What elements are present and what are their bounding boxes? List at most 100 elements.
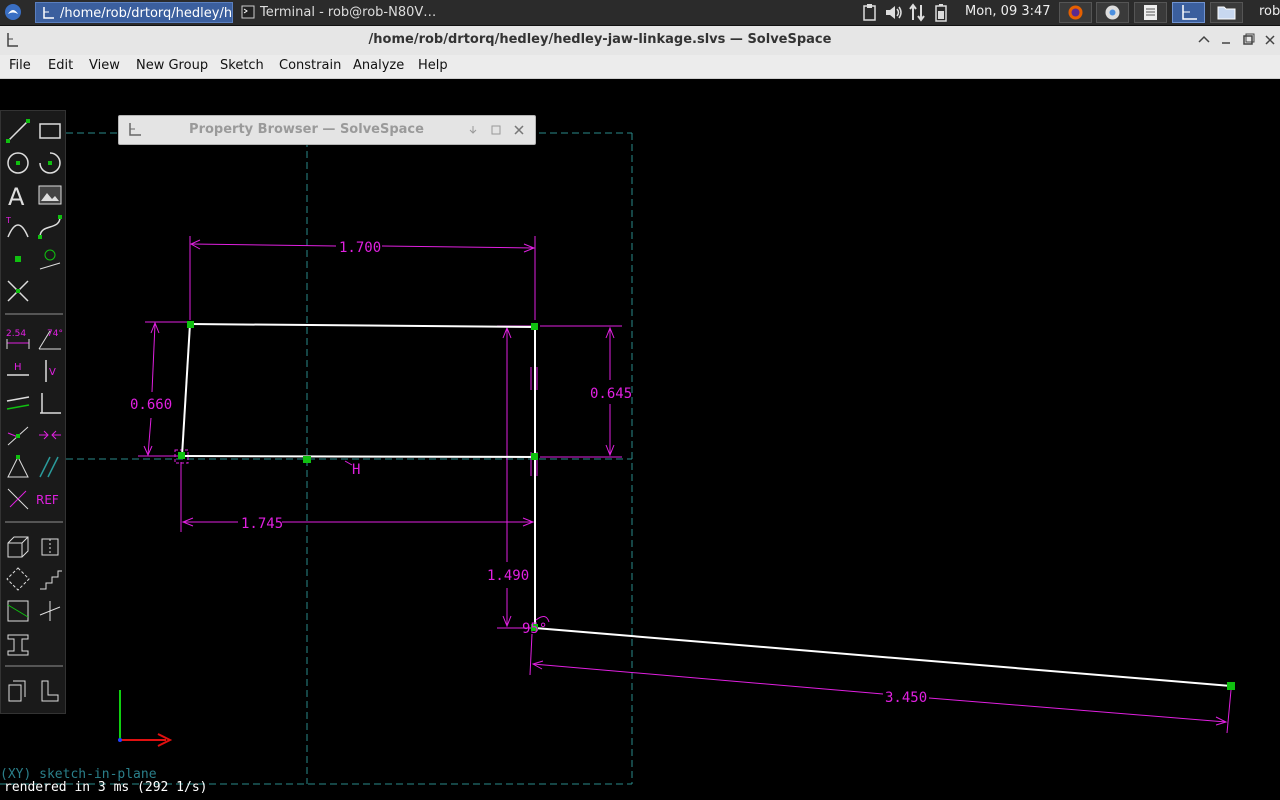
horizontal-constraint-icon[interactable]: H: [4, 357, 32, 385]
whisker-menu-icon[interactable]: [4, 3, 22, 21]
nearest-ortho-view-icon[interactable]: [36, 677, 64, 705]
horizontal-constraint-label[interactable]: H: [352, 462, 360, 478]
dim-label-left[interactable]: 0.660: [130, 397, 172, 413]
dim-label-top[interactable]: 1.700: [339, 240, 381, 256]
text-tool-icon[interactable]: A: [4, 181, 32, 209]
taskbar-window-solvespace[interactable]: /home/rob/drtorq/hedley/he…: [35, 2, 233, 23]
menu-sketch[interactable]: Sketch: [220, 58, 264, 73]
bezier-tool-icon[interactable]: [36, 213, 64, 241]
chevron-up-icon: [1198, 35, 1210, 43]
distance-constraint-icon[interactable]: 2.54: [4, 325, 32, 353]
maximize-icon[interactable]: [490, 124, 502, 136]
toolbar-separator: [5, 521, 63, 523]
clock[interactable]: Mon, 09 3:47: [965, 4, 1051, 19]
close-button[interactable]: [1262, 32, 1278, 48]
dimension-labels[interactable]: 1.700 0.660 0.645 1.745 1.490 95° 3.450 …: [130, 240, 927, 706]
dim-label-right[interactable]: 0.645: [590, 386, 632, 402]
line-tool-icon[interactable]: [4, 117, 32, 145]
on-entity-constraint-icon[interactable]: [4, 421, 32, 449]
svg-text:A: A: [8, 183, 25, 209]
construction-toggle-icon[interactable]: [4, 485, 32, 513]
launcher-editor[interactable]: [1134, 2, 1167, 23]
nearest-iso-view-icon[interactable]: [4, 677, 32, 705]
point-tool-icon[interactable]: [4, 245, 32, 273]
in-workplane-icon[interactable]: [4, 597, 32, 625]
toolbar-separator: [5, 313, 63, 315]
keep-above-button[interactable]: [1196, 32, 1212, 48]
clipboard-icon[interactable]: [862, 3, 878, 22]
minimize-icon: [1222, 42, 1230, 44]
close-icon[interactable]: [512, 123, 526, 137]
step-translating-icon[interactable]: [36, 565, 64, 593]
maximize-icon: [1243, 33, 1255, 45]
terminal-icon: [241, 5, 255, 19]
svg-text:H: H: [14, 362, 22, 373]
taskbar-window-label: Terminal - rob@rob-N80V…: [260, 5, 436, 20]
svg-text:REF: REF: [36, 493, 59, 507]
dim-label-vertical[interactable]: 1.490: [487, 568, 529, 584]
menu-analyze[interactable]: Analyze: [353, 58, 404, 73]
minimize-button[interactable]: [1218, 32, 1234, 48]
maximize-button[interactable]: [1240, 32, 1256, 48]
image-tool-icon[interactable]: [36, 181, 64, 209]
user-name[interactable]: rob: [1259, 4, 1280, 19]
svg-text:74°: 74°: [47, 329, 63, 339]
arc-tool-icon[interactable]: [36, 149, 64, 177]
extrude-icon[interactable]: [4, 533, 32, 561]
launcher-solvespace[interactable]: [1172, 2, 1205, 23]
vertical-constraint-icon[interactable]: V: [36, 357, 64, 385]
window-titlebar: /home/rob/drtorq/hedley/hedley-jaw-linka…: [0, 26, 1280, 56]
dim-label-long[interactable]: 3.450: [885, 690, 927, 706]
dimension-lines: [138, 236, 1232, 734]
solvespace-icon: [43, 7, 54, 19]
battery-icon[interactable]: [934, 3, 948, 22]
menu-view[interactable]: View: [89, 58, 120, 73]
symmetric-constraint-icon[interactable]: [36, 421, 64, 449]
dim-label-bottom[interactable]: 1.745: [241, 516, 283, 532]
volume-icon[interactable]: [884, 3, 904, 22]
sketch-points[interactable]: [178, 321, 1235, 690]
render-status: rendered in 3 ms (292 1/s): [4, 780, 208, 795]
workplane-tool-icon[interactable]: [36, 245, 64, 273]
close-icon: [1265, 35, 1275, 45]
lathe-icon[interactable]: [36, 533, 64, 561]
property-browser-window[interactable]: Property Browser — SolveSpace: [118, 115, 536, 145]
circle-tool-icon[interactable]: [4, 149, 32, 177]
sketch-canvas[interactable]: 1.700 0.660 0.645 1.745 1.490 95° 3.450 …: [0, 78, 1280, 800]
menu-new-group[interactable]: New Group: [136, 58, 208, 73]
reference-toggle-icon[interactable]: REF: [36, 485, 64, 513]
solvespace-icon: [1182, 5, 1197, 20]
taskbar: /home/rob/drtorq/hedley/he… Terminal - r…: [0, 0, 1280, 26]
parallel-constraint-icon[interactable]: [4, 389, 32, 417]
network-icon[interactable]: [908, 3, 928, 22]
property-browser-title: Property Browser — SolveSpace: [189, 122, 424, 137]
step-rotating-icon[interactable]: [4, 565, 32, 593]
split-curves-icon[interactable]: [4, 277, 32, 305]
perpendicular-constraint-icon[interactable]: [36, 389, 64, 417]
same-orientation-constraint-icon[interactable]: [36, 453, 64, 481]
window-title: /home/rob/drtorq/hedley/hedley-jaw-linka…: [368, 32, 832, 47]
launcher-files[interactable]: [1210, 2, 1243, 23]
taskbar-window-label: /home/rob/drtorq/hedley/he…: [60, 6, 233, 21]
sketch-toolbar: A T 2.54 74° H V REF: [0, 110, 66, 714]
equal-length-constraint-icon[interactable]: [4, 453, 32, 481]
sketch-entities[interactable]: [181, 323, 1232, 687]
rectangle-tool-icon[interactable]: [36, 117, 64, 145]
svg-text:V: V: [49, 367, 56, 378]
import-icon[interactable]: [4, 629, 32, 657]
angle-constraint-icon[interactable]: 74°: [36, 325, 64, 353]
svg-text:T: T: [5, 216, 11, 225]
in-3d-icon[interactable]: [36, 597, 64, 625]
taskbar-window-terminal[interactable]: Terminal - rob@rob-N80V…: [236, 2, 436, 23]
menu-help[interactable]: Help: [418, 58, 448, 73]
launcher-firefox[interactable]: [1059, 2, 1092, 23]
shade-button-icon[interactable]: [467, 124, 479, 136]
text-editor-icon: [1144, 5, 1157, 20]
tangent-arc-tool-icon[interactable]: T: [4, 213, 32, 241]
launcher-chromium[interactable]: [1096, 2, 1129, 23]
menu-file[interactable]: File: [9, 58, 31, 73]
dim-label-angle[interactable]: 95°: [522, 621, 547, 637]
menu-constrain[interactable]: Constrain: [279, 58, 341, 73]
menu-bar: File Edit View New Group Sketch Constrai…: [0, 55, 1280, 79]
menu-edit[interactable]: Edit: [48, 58, 73, 73]
